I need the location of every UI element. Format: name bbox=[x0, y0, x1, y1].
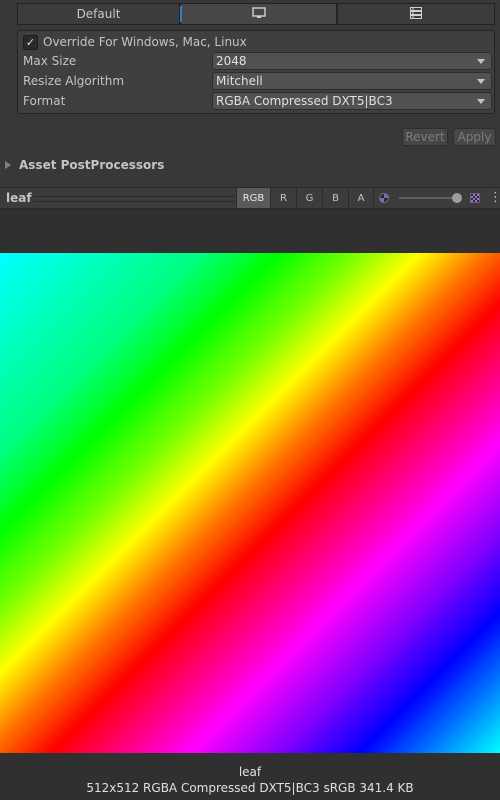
server-icon bbox=[409, 6, 423, 22]
channel-r-button[interactable]: R bbox=[270, 188, 296, 208]
override-checkbox[interactable]: ✓ bbox=[23, 34, 38, 50]
preview-title: leaf bbox=[6, 191, 32, 205]
asset-postprocessors-foldout[interactable]: Asset PostProcessors bbox=[5, 156, 164, 174]
chevron-down-icon bbox=[477, 99, 485, 104]
alpha-blend-icon[interactable] bbox=[379, 193, 389, 203]
monitor-icon bbox=[251, 6, 266, 22]
texture-info-name: leaf bbox=[238, 765, 262, 779]
texture-info-details: 512x512 RGBA Compressed DXT5|BC3 sRGB 34… bbox=[86, 781, 414, 795]
override-row: ✓ Override For Windows, Mac, Linux bbox=[23, 32, 247, 52]
mip-level-slider-thumb[interactable] bbox=[452, 193, 462, 203]
preview-drag-handle[interactable] bbox=[33, 196, 235, 202]
format-value: RGBA Compressed DXT5|BC3 bbox=[216, 94, 393, 108]
foldout-arrow-icon bbox=[5, 161, 11, 169]
override-label: Override For Windows, Mac, Linux bbox=[43, 35, 247, 49]
texture-preview-image bbox=[0, 253, 500, 753]
mip-level-icon bbox=[470, 193, 480, 203]
resize-algorithm-dropdown[interactable]: Mitchell bbox=[212, 72, 492, 90]
asset-postprocessors-label: Asset PostProcessors bbox=[19, 158, 165, 172]
resize-algorithm-label: Resize Algorithm bbox=[23, 74, 125, 88]
channel-rgb-button[interactable]: RGB bbox=[236, 188, 270, 208]
format-dropdown[interactable]: RGBA Compressed DXT5|BC3 bbox=[212, 92, 492, 110]
revert-button[interactable]: Revert bbox=[402, 128, 448, 146]
max-size-value: 2048 bbox=[216, 54, 247, 68]
checkmark-icon: ✓ bbox=[25, 35, 36, 49]
channel-a-button[interactable]: A bbox=[348, 188, 374, 208]
tab-dedicated-server[interactable] bbox=[337, 3, 495, 25]
channel-b-button[interactable]: B bbox=[322, 188, 348, 208]
format-label: Format bbox=[23, 94, 66, 108]
chevron-down-icon bbox=[477, 79, 485, 84]
tab-default[interactable]: Default bbox=[17, 3, 180, 25]
texture-info: leaf 512x512 RGBA Compressed DXT5|BC3 sR… bbox=[0, 764, 500, 796]
max-size-dropdown[interactable]: 2048 bbox=[212, 52, 492, 70]
max-size-label: Max Size bbox=[23, 54, 77, 68]
platform-override-panel: ✓ Override For Windows, Mac, Linux Max S… bbox=[17, 30, 495, 114]
resize-algorithm-value: Mitchell bbox=[216, 74, 263, 88]
apply-button[interactable]: Apply bbox=[453, 128, 496, 146]
chevron-down-icon bbox=[477, 59, 485, 64]
tab-standalone[interactable] bbox=[180, 3, 337, 25]
platform-tabs: Default bbox=[17, 3, 495, 25]
more-options-icon[interactable]: ⋮ bbox=[489, 191, 500, 205]
preview-toolbar: leaf RGB R G B A ⋮ bbox=[0, 187, 500, 209]
channel-g-button[interactable]: G bbox=[296, 188, 322, 208]
